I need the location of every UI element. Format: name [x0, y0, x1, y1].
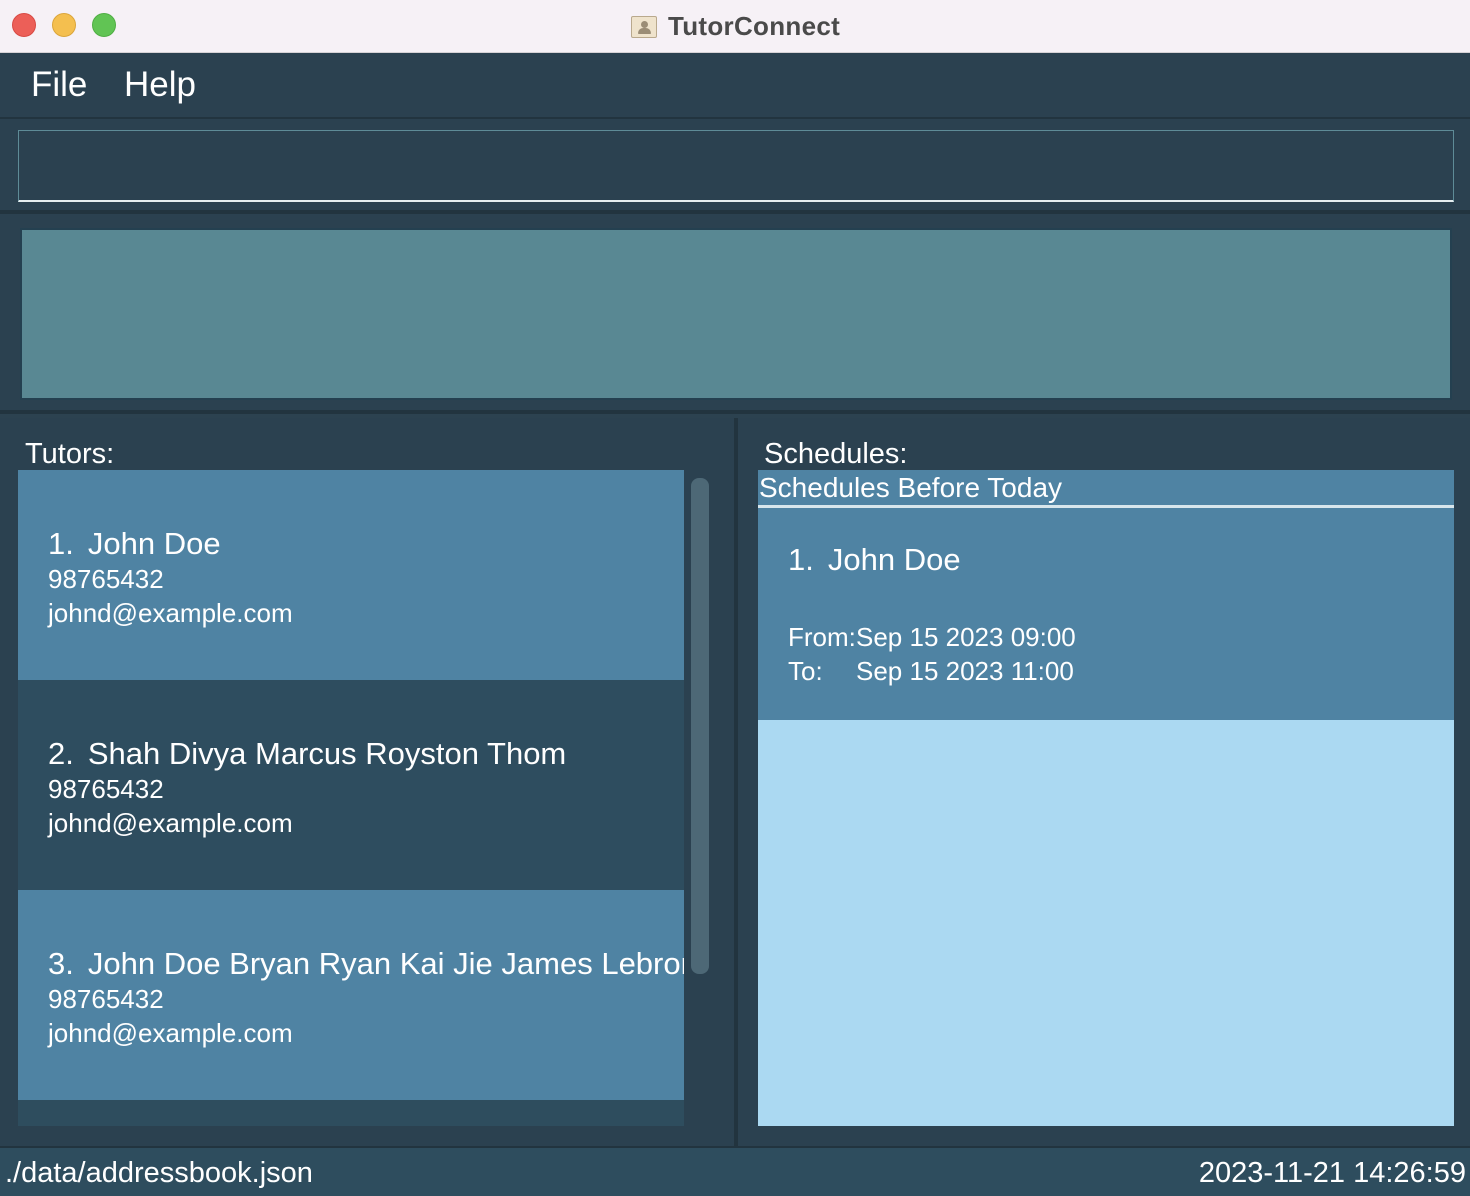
result-display[interactable] [20, 228, 1452, 400]
schedule-to-value: Sep 15 2023 11:00 [856, 656, 1074, 686]
schedule-card[interactable]: 1. John Doe From:Sep 15 2023 09:00 To: Sep… [758, 508, 1454, 720]
schedule-to-row: To: Sep 15 2023 11:00 [788, 656, 1074, 687]
tutor-index: 3. [48, 946, 74, 981]
scrollbar-thumb[interactable] [691, 478, 709, 974]
tutor-card[interactable]: 2. Shah Divya Marcus Royston Thom 9876543… [18, 680, 684, 890]
schedule-section-header: Schedules Before Today [758, 470, 1454, 508]
command-box-area [0, 119, 1470, 214]
tutor-list-scrollbar[interactable] [688, 470, 714, 1126]
schedule-list[interactable]: Schedules Before Today 1. John Doe From:S… [758, 470, 1454, 1126]
schedule-from-label: From: [788, 622, 856, 652]
schedule-from-value: Sep 15 2023 09:00 [856, 622, 1076, 652]
tutor-card[interactable]: 3. John Doe Bryan Ryan Kai Jie James Lebr… [18, 890, 684, 1100]
schedules-label: Schedules: [764, 438, 908, 470]
tutor-card[interactable]: 1. John Doe 98765432 johnd@example.com [18, 470, 684, 680]
schedule-index: 1. [788, 542, 814, 577]
window-title: TutorConnect [667, 11, 841, 41]
tutor-phone: 98765432 [48, 774, 164, 804]
tutor-email: johnd@example.com [48, 1018, 293, 1048]
schedule-section-title: Schedules Before Today [759, 472, 1063, 503]
tutor-phone: 98765432 [48, 984, 164, 1014]
status-bar: ./data/addressbook.json 2023-11-21 14:26… [0, 1146, 1470, 1196]
schedules-panel: Schedules: Schedules Before Today 1. John… [738, 418, 1470, 1146]
result-display-area [0, 214, 1470, 414]
window-title-group: TutorConnect [0, 0, 1470, 53]
last-updated-timestamp: 2023-11-21 14:26:59 [1198, 1157, 1466, 1189]
tutor-index: 1. [48, 526, 74, 561]
menu-help[interactable]: Help [124, 65, 196, 105]
tutor-name: John Doe Bryan Ryan Kai Jie James Lebron [87, 946, 684, 981]
data-file-path: ./data/addressbook.json [5, 1157, 313, 1189]
menu-file[interactable]: File [31, 65, 87, 105]
tutor-name-line: 1. John Doe [48, 526, 221, 562]
app-contact-icon [630, 14, 658, 40]
tutor-phone: 98765432 [48, 564, 164, 594]
tutor-name-line: 3. John Doe Bryan Ryan Kai Jie James Lebr… [48, 946, 684, 982]
tutor-name: John Doe [87, 526, 221, 561]
tutors-label: Tutors: [25, 438, 115, 470]
schedule-tutor-name: John Doe [827, 542, 961, 577]
tutor-email: johnd@example.com [48, 598, 293, 628]
tutors-panel: Tutors: 1. John Doe 98765432 johnd@exampl… [0, 418, 734, 1146]
tutor-name-line: 2. Shah Divya Marcus Royston Thom [48, 736, 566, 772]
schedule-name-line: 1. John Doe [788, 542, 961, 578]
title-bar: TutorConnect [0, 0, 1470, 53]
menu-bar: File Help [0, 53, 1470, 119]
schedule-to-label: To: [788, 656, 823, 686]
tutor-list[interactable]: 1. John Doe 98765432 johnd@example.com 2.… [18, 470, 684, 1126]
tutor-name: Shah Divya Marcus Royston Thom [87, 736, 567, 771]
tutor-email: johnd@example.com [48, 808, 293, 838]
schedule-from-row: From:Sep 15 2023 09:00 [788, 622, 1076, 653]
command-input[interactable] [18, 130, 1454, 202]
tutor-index: 2. [48, 736, 74, 771]
